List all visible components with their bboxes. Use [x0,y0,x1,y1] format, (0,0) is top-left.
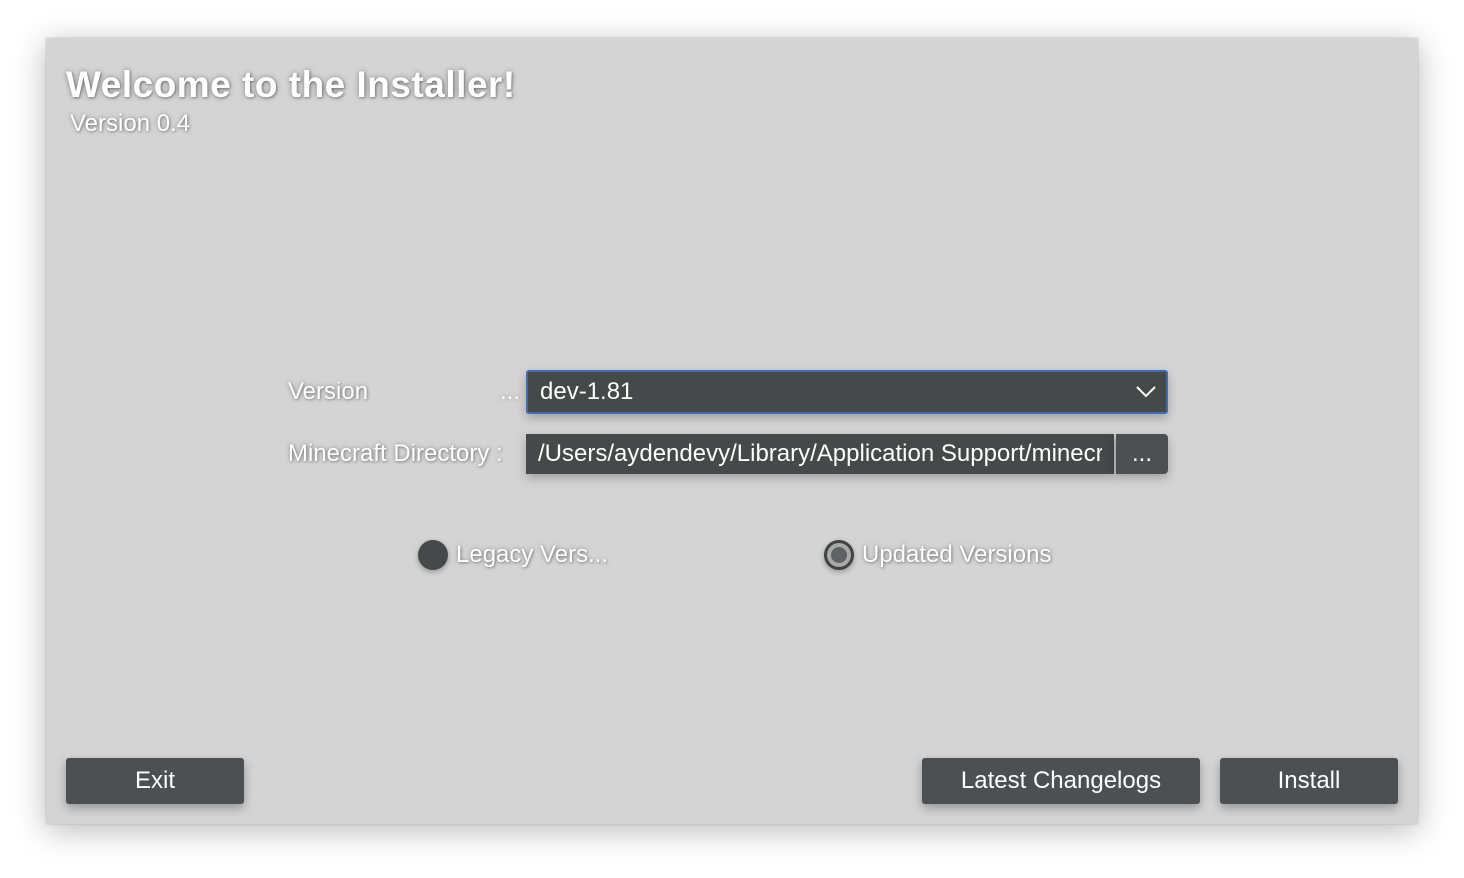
install-button[interactable]: Install [1220,758,1398,804]
updated-radio-label: Updated Versions [862,541,1052,568]
directory-input[interactable] [526,434,1114,474]
window-title: Welcome to the Installer! [66,64,516,105]
version-dropdown-value: dev-1.81 [540,378,634,405]
version-subtitle: Version 0.4 [70,110,191,137]
installer-window: Welcome to the Installer! Version 0.4 Ve… [46,38,1418,824]
latest-changelogs-button[interactable]: Latest Changelogs [922,758,1200,804]
version-label-ellipsis: ... [500,378,521,405]
legacy-radio-label: Legacy Vers... [456,541,609,568]
chevron-down-icon [1126,372,1166,412]
version-label: Version [288,378,369,405]
browse-directory-button[interactable]: ... [1116,434,1168,474]
directory-label: Minecraft Directory : [288,440,503,467]
radio-selected-dot [831,547,847,563]
updated-versions-radio[interactable]: Updated Versions [824,540,1051,570]
exit-button[interactable]: Exit [66,758,244,804]
legacy-versions-radio[interactable]: Legacy Vers... [418,540,608,570]
legacy-radio-circle[interactable] [418,540,448,570]
version-dropdown[interactable]: dev-1.81 [526,370,1168,414]
updated-radio-circle[interactable] [824,540,854,570]
